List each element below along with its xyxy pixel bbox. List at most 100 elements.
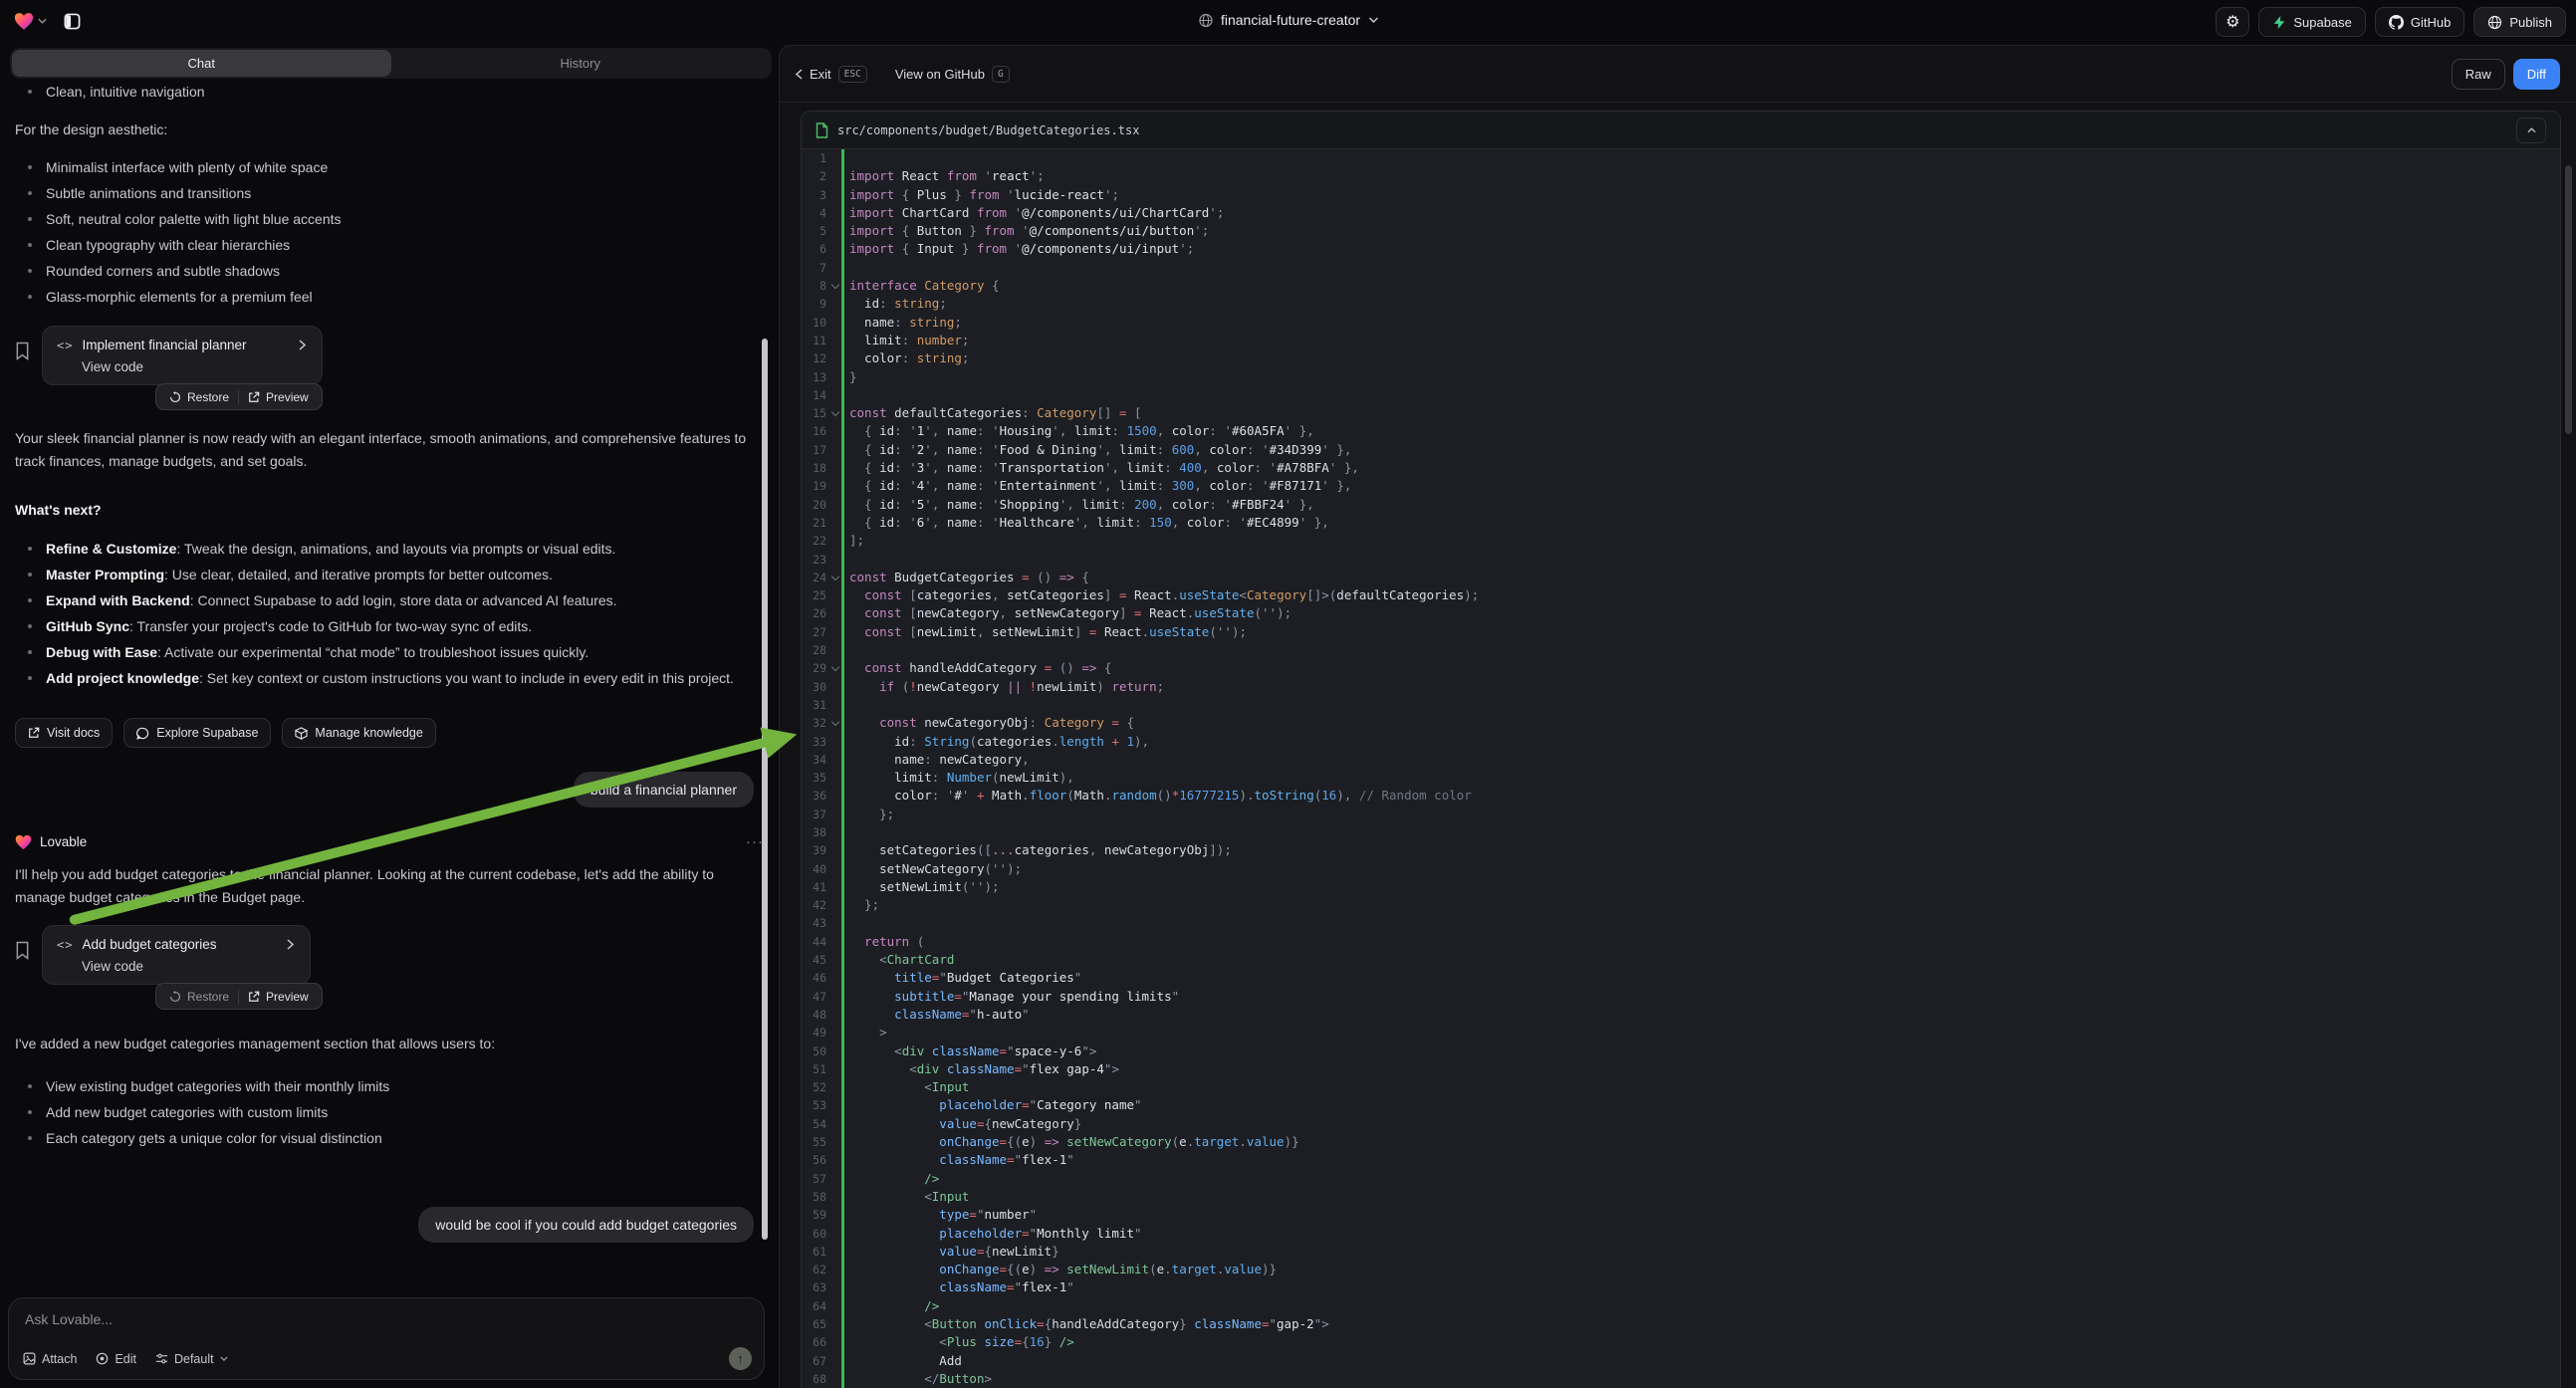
manage-knowledge-button[interactable]: Manage knowledge <box>282 718 435 748</box>
fold-chevron-icon[interactable] <box>832 409 838 415</box>
code-line: 30 if (!newCategory || !newLimit) return… <box>802 678 2560 696</box>
code-line: 16 { id: '1', name: 'Housing', limit: 15… <box>802 422 2560 440</box>
code-line: 37 }; <box>802 806 2560 823</box>
fold-chevron-icon[interactable] <box>832 719 838 725</box>
list-item: Soft, neutral color palette with light b… <box>15 206 764 232</box>
line-number: 58 <box>802 1188 835 1206</box>
code-line: 24const BudgetCategories = () => { <box>802 569 2560 586</box>
line-number: 6 <box>802 240 835 258</box>
line-number: 1 <box>802 149 835 167</box>
assistant-summary: Your sleek financial planner is now read… <box>15 427 764 473</box>
line-number: 66 <box>802 1333 835 1351</box>
collapse-file-button[interactable] <box>2516 117 2546 143</box>
version-card-add-budget-categories[interactable]: <> Add budget categories View code Resto… <box>42 925 311 985</box>
tab-chat[interactable]: Chat <box>12 50 391 77</box>
package-icon <box>295 727 308 740</box>
line-number: 29 <box>802 659 835 677</box>
chat-message-list[interactable]: Clean, intuitive navigation For the desi… <box>0 85 779 1291</box>
preview-button[interactable]: Preview <box>239 390 318 404</box>
bookmark-icon[interactable] <box>15 342 30 360</box>
explore-supabase-button[interactable]: Explore Supabase <box>123 718 271 748</box>
raw-toggle-button[interactable]: Raw <box>2452 59 2505 90</box>
file-header[interactable]: src/components/budget/BudgetCategories.t… <box>802 112 2560 149</box>
fold-chevron-icon[interactable] <box>832 664 838 670</box>
line-number: 18 <box>802 459 835 477</box>
version-card-implement-planner[interactable]: <> Implement financial planner View code… <box>42 326 323 385</box>
line-number: 37 <box>802 806 835 823</box>
chevron-down-icon <box>220 1356 228 1361</box>
preview-button[interactable]: Preview <box>239 990 318 1004</box>
line-number: 45 <box>802 951 835 969</box>
fold-chevron-icon[interactable] <box>832 574 838 579</box>
restore-button[interactable]: Restore <box>160 390 238 404</box>
chat-composer: Attach Edit Default ↑ <box>8 1297 765 1380</box>
list-item: Clean typography with clear hierarchies <box>15 232 764 258</box>
restore-button[interactable]: Restore <box>160 990 238 1004</box>
lovable-logo-menu[interactable] <box>14 12 47 31</box>
view-code-link[interactable]: View code <box>82 359 306 374</box>
user-message[interactable]: would be cool if you could add budget ca… <box>418 1207 754 1243</box>
line-number: 42 <box>802 896 835 914</box>
code-line: 23 <box>802 551 2560 569</box>
chat-scrollbar-thumb[interactable] <box>762 339 768 1240</box>
code-line: 66 <Plus size={16} /> <box>802 1333 2560 1351</box>
code-scrollbar-thumb[interactable] <box>2565 165 2572 434</box>
chevron-up-icon <box>2527 127 2536 133</box>
line-number: 43 <box>802 914 835 932</box>
list-item: Subtle animations and transitions <box>15 180 764 206</box>
supabase-button[interactable]: Supabase <box>2258 7 2366 37</box>
code-line: 68 </Button> <box>802 1370 2560 1388</box>
panel-left-icon <box>64 13 81 30</box>
chat-input[interactable] <box>25 1311 748 1327</box>
version-card-row: <> Add budget categories View code Resto… <box>15 925 764 985</box>
view-code-link[interactable]: View code <box>82 959 294 974</box>
sliders-icon <box>155 1352 168 1365</box>
code-line: 12 color: string; <box>802 349 2560 367</box>
line-number: 12 <box>802 349 835 367</box>
code-line: 14 <box>802 386 2560 404</box>
code-line: 39 setCategories([...categories, newCate… <box>802 841 2560 859</box>
visit-docs-button[interactable]: Visit docs <box>15 718 113 748</box>
whats-next-list: Refine & Customize: Tweak the design, an… <box>15 536 764 691</box>
send-button[interactable]: ↑ <box>729 1347 752 1370</box>
attach-button[interactable]: Attach <box>23 1352 77 1366</box>
code-line: 6import { Input } from '@/components/ui/… <box>802 240 2560 258</box>
gear-icon: ⚙ <box>2225 12 2239 32</box>
diff-toggle-button[interactable]: Diff <box>2513 59 2560 90</box>
model-selector[interactable]: Default <box>155 1352 228 1366</box>
code-line: 42 }; <box>802 896 2560 914</box>
exit-button[interactable]: Exit ESC <box>796 66 867 83</box>
code-line: 62 onChange={(e) => setNewLimit(e.target… <box>802 1261 2560 1278</box>
settings-button[interactable]: ⚙ <box>2216 7 2249 37</box>
edit-mode-button[interactable]: Edit <box>96 1352 136 1366</box>
line-number: 17 <box>802 441 835 459</box>
line-number: 53 <box>802 1096 835 1114</box>
chevron-right-icon <box>287 939 294 950</box>
code-line: 10 name: string; <box>802 314 2560 332</box>
github-button[interactable]: GitHub <box>2375 7 2464 37</box>
code-line: 1 <box>802 149 2560 167</box>
tab-history[interactable]: History <box>391 50 771 77</box>
line-number: 2 <box>802 167 835 185</box>
line-number: 40 <box>802 860 835 878</box>
line-number: 27 <box>802 623 835 641</box>
code-line: 4import ChartCard from '@/components/ui/… <box>802 204 2560 222</box>
code-editor[interactable]: 12import React from 'react';3import { Pl… <box>802 149 2560 1388</box>
code-line: 65 <Button onClick={handleAddCategory} c… <box>802 1315 2560 1333</box>
line-number: 41 <box>802 878 835 896</box>
view-on-github-button[interactable]: View on GitHub G <box>895 66 1010 83</box>
code-line: 46 title="Budget Categories" <box>802 969 2560 987</box>
fold-chevron-icon[interactable] <box>832 282 838 288</box>
toggle-sidebar-button[interactable] <box>57 6 87 36</box>
external-link-icon <box>28 727 40 739</box>
line-number: 24 <box>802 569 835 586</box>
lovable-heart-icon <box>15 834 32 850</box>
publish-button[interactable]: Publish <box>2473 7 2566 37</box>
line-number: 25 <box>802 586 835 604</box>
code-line: 61 value={newLimit} <box>802 1243 2560 1261</box>
design-aesthetic-heading: For the design aesthetic: <box>15 121 764 137</box>
bookmark-icon[interactable] <box>15 941 30 960</box>
project-switcher[interactable]: financial-future-creator <box>1198 12 1378 28</box>
line-number: 68 <box>802 1370 835 1388</box>
lovable-heart-icon <box>14 12 34 31</box>
